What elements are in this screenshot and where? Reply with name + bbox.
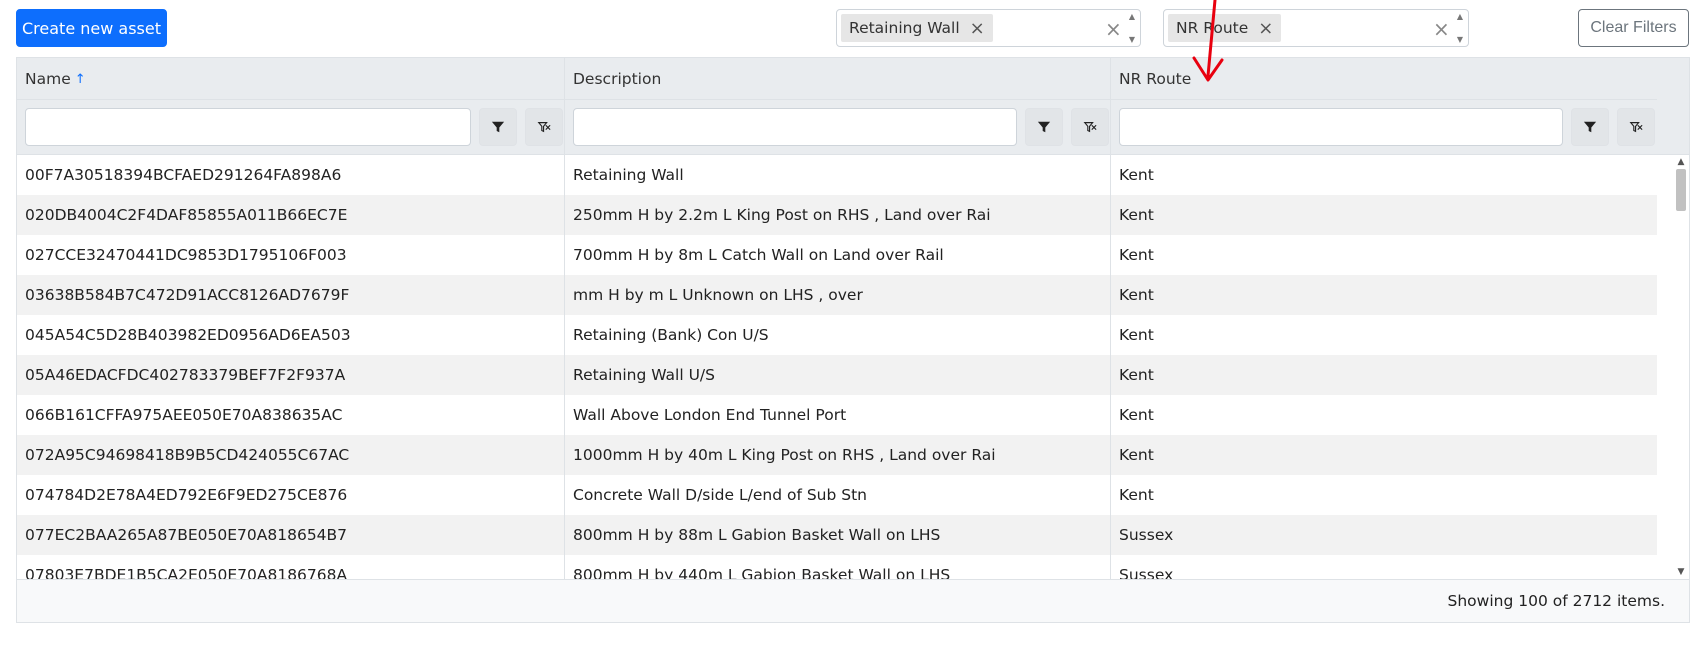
cell-name: 077EC2BAA265A87BE050E70A818654B7 [17, 515, 565, 555]
cell-nr-route: Sussex [1119, 566, 1174, 579]
cell-name: 045A54C5D28B403982ED0956AD6EA503 [17, 315, 565, 355]
filter-clear-icon [1083, 122, 1097, 133]
cell-description: 1000mm H by 40m L King Post on RHS , Lan… [565, 435, 1111, 475]
cell-name: 066B161CFFA975AEE050E70A838635AC [17, 395, 565, 435]
cell-name: 03638B584B7C472D91ACC8126AD7679F [17, 275, 565, 315]
cell-name: 074784D2E78A4ED792E6F9ED275CE876 [17, 475, 565, 515]
grid-footer: Showing 100 of 2712 items. [17, 579, 1689, 622]
sort-ascending-icon[interactable]: ↑ [75, 72, 86, 87]
route-filter-cell [1111, 100, 1657, 154]
description-clear-filter-button[interactable] [1071, 108, 1109, 146]
cell-nr-route: Kent [1119, 246, 1154, 264]
description-filter-cell [565, 100, 1111, 154]
cell-name: 072A95C94698418B9B5CD424055C67AC [17, 435, 565, 475]
table-row[interactable]: 066B161CFFA975AEE050E70A838635AC Wall Abo… [17, 395, 1657, 435]
description-filter-button[interactable] [1025, 108, 1063, 146]
filter-clear-icon [537, 122, 551, 133]
table-row[interactable]: 072A95C94698418B9B5CD424055C67AC 1000mm H… [17, 435, 1657, 475]
cell-name: 05A46EDACFDC402783379BEF7F2F937A [17, 355, 565, 395]
name-filter-cell [17, 100, 565, 154]
column-header-label: NR Route [1119, 70, 1192, 88]
cell-nr-route: Kent [1119, 406, 1154, 424]
item-count-text: Showing 100 of 2712 items. [1447, 592, 1666, 610]
route-filter-input[interactable] [1119, 108, 1563, 146]
grid-body: 00F7A30518394BCFAED291264FA898A6 Retainin… [17, 155, 1657, 579]
table-row[interactable]: 045A54C5D28B403982ED0956AD6EA503 Retainin… [17, 315, 1657, 355]
name-filter-input[interactable] [25, 108, 471, 146]
route-filter-select[interactable]: NR Route × × ▲ ▼ [1163, 9, 1469, 47]
cell-nr-route: Kent [1119, 326, 1154, 344]
chip-label: NR Route [1176, 19, 1249, 37]
table-row[interactable]: 03638B584B7C472D91ACC8126AD7679F mm H by … [17, 275, 1657, 315]
column-header-description[interactable]: Description [565, 58, 1111, 100]
spin-up-icon[interactable]: ▲ [1457, 12, 1463, 21]
cell-description: Wall Above London End Tunnel Port [565, 395, 1111, 435]
cell-name: 020DB4004C2F4DAF85855A011B66EC7E [17, 195, 565, 235]
cell-name: 07803E7BDE1B5CA2E050E70A8186768A [17, 555, 565, 579]
spinner-arrows[interactable]: ▲ ▼ [1453, 12, 1467, 44]
chip-remove-icon[interactable]: × [970, 18, 985, 39]
header-scroll-spacer [1657, 58, 1689, 155]
cell-description: 700mm H by 8m L Catch Wall on Land over … [565, 235, 1111, 275]
chip-label: Retaining Wall [849, 19, 960, 37]
filter-icon [1583, 121, 1597, 133]
table-row[interactable]: 00F7A30518394BCFAED291264FA898A6 Retainin… [17, 155, 1657, 195]
clear-filters-button[interactable]: Clear Filters [1578, 9, 1689, 47]
filter-icon [491, 121, 505, 133]
cell-nr-route: Kent [1119, 166, 1154, 184]
table-row[interactable]: 027CCE32470441DC9853D1795106F003 700mm H … [17, 235, 1657, 275]
cell-description: Retaining (Bank) Con U/S [565, 315, 1111, 355]
cell-nr-route: Kent [1119, 366, 1154, 384]
cell-nr-route: Kent [1119, 446, 1154, 464]
filter-chip-retaining-wall: Retaining Wall × [841, 14, 993, 42]
filter-chip-nr-route: NR Route × [1168, 14, 1282, 42]
column-header-label: Name [25, 70, 71, 88]
route-filter-button[interactable] [1571, 108, 1609, 146]
cell-description: 800mm H by 440m L Gabion Basket Wall on … [565, 555, 1111, 579]
cell-description: 250mm H by 2.2m L King Post on RHS , Lan… [565, 195, 1111, 235]
table-row[interactable]: 05A46EDACFDC402783379BEF7F2F937A Retainin… [17, 355, 1657, 395]
cell-description: Retaining Wall U/S [565, 355, 1111, 395]
filter-icon [1037, 121, 1051, 133]
name-clear-filter-button[interactable] [525, 108, 563, 146]
table-row[interactable]: 07803E7BDE1B5CA2E050E70A8186768A 800mm H … [17, 555, 1657, 579]
table-row[interactable]: 077EC2BAA265A87BE050E70A818654B7 800mm H … [17, 515, 1657, 555]
create-new-asset-button[interactable]: Create new asset [16, 9, 167, 47]
spin-down-icon[interactable]: ▼ [1129, 35, 1135, 44]
name-filter-button[interactable] [479, 108, 517, 146]
column-header-name[interactable]: Name ↑ [17, 58, 565, 100]
vertical-scrollbar[interactable]: ▲ ▼ [1673, 155, 1689, 579]
column-header-nr-route[interactable]: NR Route [1111, 58, 1657, 100]
column-header-label: Description [573, 70, 662, 88]
cell-nr-route: Sussex [1119, 526, 1174, 544]
cell-description: Concrete Wall D/side L/end of Sub Stn [565, 475, 1111, 515]
spin-down-icon[interactable]: ▼ [1457, 35, 1463, 44]
grid-header-row: Name ↑ Description NR Route [17, 58, 1657, 100]
cell-description: Retaining Wall [565, 155, 1111, 195]
scroll-up-icon[interactable]: ▲ [1673, 155, 1689, 169]
filter-clear-icon [1629, 122, 1643, 133]
cell-nr-route: Kent [1119, 206, 1154, 224]
clear-selection-icon[interactable]: × [1105, 17, 1122, 41]
table-row[interactable]: 074784D2E78A4ED792E6F9ED275CE876 Concrete… [17, 475, 1657, 515]
spin-up-icon[interactable]: ▲ [1129, 12, 1135, 21]
cell-nr-route: Kent [1119, 486, 1154, 504]
scrollbar-thumb[interactable] [1676, 169, 1686, 211]
table-row[interactable]: 020DB4004C2F4DAF85855A011B66EC7E 250mm H … [17, 195, 1657, 235]
grid-filter-row [17, 100, 1657, 155]
cell-name: 00F7A30518394BCFAED291264FA898A6 [17, 155, 565, 195]
cell-nr-route: Kent [1119, 286, 1154, 304]
description-filter-input[interactable] [573, 108, 1017, 146]
spinner-arrows[interactable]: ▲ ▼ [1125, 12, 1139, 44]
cell-description: mm H by m L Unknown on LHS , over [565, 275, 1111, 315]
clear-selection-icon[interactable]: × [1433, 17, 1450, 41]
chip-remove-icon[interactable]: × [1258, 18, 1273, 39]
description-filter-select[interactable]: Retaining Wall × × ▲ ▼ [836, 9, 1141, 47]
scroll-down-icon[interactable]: ▼ [1673, 565, 1689, 579]
asset-grid: Name ↑ Description NR Route 00F7A3051839… [16, 57, 1690, 623]
cell-description: 800mm H by 88m L Gabion Basket Wall on L… [565, 515, 1111, 555]
cell-name: 027CCE32470441DC9853D1795106F003 [17, 235, 565, 275]
route-clear-filter-button[interactable] [1617, 108, 1655, 146]
